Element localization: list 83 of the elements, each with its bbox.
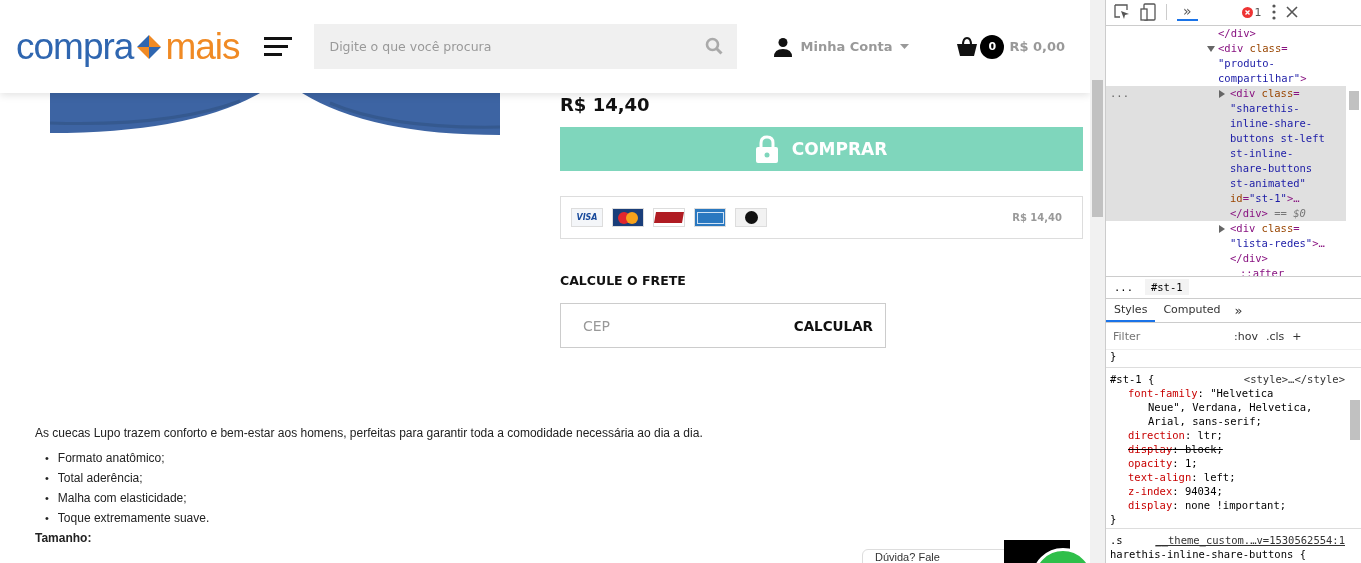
css-property: Neue", Verdana, Helvetica, <box>1147 400 1314 414</box>
expand-arrow-icon[interactable] <box>1219 224 1225 233</box>
expand-arrow-icon[interactable] <box>1219 89 1225 98</box>
css-selector: #st-1 { <box>1110 372 1155 386</box>
caret-icon <box>900 43 910 50</box>
scrollbar-thumb[interactable] <box>1349 90 1359 110</box>
filter-toggle[interactable]: :hov <box>1234 329 1258 343</box>
product-price: R$ 14,40 <box>560 94 651 115</box>
scrollbar-thumb[interactable] <box>1350 400 1360 440</box>
code-line[interactable]: buttons st-left <box>1230 130 1346 146</box>
css-property: Arial, sans-serif; <box>1147 414 1263 428</box>
code-line[interactable]: <div class= <box>1230 85 1346 101</box>
user-icon <box>772 36 793 57</box>
code-line: } <box>1110 512 1117 526</box>
card-icon <box>735 208 767 227</box>
code-line[interactable]: "produto- <box>1218 55 1346 71</box>
css-property[interactable]: direction: ltr; <box>1110 428 1345 442</box>
breadcrumb-item[interactable]: ... <box>1114 281 1133 294</box>
shipping-title: CALCULE O FRETE <box>560 273 687 288</box>
card-icon <box>653 208 685 227</box>
css-property[interactable]: text-align: left; <box>1110 470 1345 484</box>
bullet-mark: • <box>45 451 49 466</box>
menu-icon[interactable] <box>263 36 292 57</box>
code-line[interactable]: id="st-1">… <box>1230 190 1346 206</box>
code-line[interactable]: <div class= <box>1218 40 1346 56</box>
code-line[interactable]: inline-share- <box>1230 115 1346 131</box>
error-count[interactable]: 1 <box>1241 5 1262 19</box>
logo[interactable]: compra mais <box>16 25 240 68</box>
code-line[interactable]: "lista-redes">… <box>1230 235 1346 251</box>
code-line[interactable]: st-animated" <box>1230 175 1346 191</box>
panel-tab[interactable]: Styles <box>1106 298 1156 323</box>
filter-toggle[interactable]: + <box>1292 329 1302 343</box>
cart-total: R$ 0,00 <box>1009 39 1066 54</box>
cep-field[interactable]: CEP CALCULAR <box>560 303 886 348</box>
code-line[interactable]: </div> <box>1218 25 1346 41</box>
bullet-mark: • <box>45 511 49 526</box>
css-property[interactable]: z-index: 94034; <box>1110 484 1345 498</box>
css-property[interactable]: font-family: "Helvetica <box>1110 386 1345 400</box>
breadcrumb-item[interactable]: #st-1 <box>1144 279 1189 296</box>
bullet-item: Formato anatômico; <box>57 450 165 467</box>
cart-count: 0 <box>980 34 1005 59</box>
description-text: As cuecas Lupo trazem conforto e bem-estar aos homens, perfeitas para garantir toda a comodidade necessária ao dia a dia. <box>35 426 704 440</box>
code-line[interactable]: </div> <box>1230 250 1346 266</box>
css-selector: .s <box>1110 533 1123 547</box>
device-icon[interactable] <box>1140 3 1156 22</box>
code-line[interactable]: "sharethis- <box>1230 100 1346 116</box>
expand-arrow-icon[interactable] <box>1207 45 1215 52</box>
calculate-button[interactable]: CALCULAR <box>793 317 873 334</box>
bullet-mark: • <box>45 491 49 506</box>
bullet-item: Malha com elasticidade; <box>57 490 187 507</box>
code-line[interactable]: st-inline- <box>1230 145 1346 161</box>
code-line: } <box>1110 350 1117 362</box>
card-icon: VISA <box>571 208 603 227</box>
more-tabs-button[interactable]: » <box>1228 298 1249 323</box>
kebab-menu-icon[interactable] <box>1271 4 1276 21</box>
code-line[interactable]: compartilhar"> <box>1218 70 1346 86</box>
basket-icon[interactable] <box>957 37 978 56</box>
size-label: Tamanho: <box>35 532 92 544</box>
chat-bubble[interactable]: Dúvida? Fale <box>862 549 1006 563</box>
search-field[interactable]: Digite o que você procura <box>313 24 737 69</box>
css-property[interactable]: opacity: 1; <box>1110 456 1345 470</box>
code-line[interactable]: share-buttons <box>1230 160 1346 176</box>
mastercard-icon <box>612 208 644 227</box>
bullet-item: Total aderência; <box>57 470 143 487</box>
source-link[interactable]: <style>…</style> <box>1243 372 1345 386</box>
code-line[interactable]: <div class= <box>1230 220 1346 236</box>
bullet-mark: • <box>45 471 49 486</box>
code-line[interactable]: </div> == $0 <box>1230 205 1346 221</box>
source-link[interactable]: __theme_custom.…v=1530562554:1 <box>1155 533 1345 547</box>
filter-toggle[interactable]: .cls <box>1265 329 1285 343</box>
more-icon[interactable]: ... <box>1110 85 1129 101</box>
css-selector: harethis-inline-share-buttons { <box>1110 547 1306 561</box>
close-icon[interactable] <box>1285 6 1298 19</box>
inspect-icon[interactable] <box>1114 4 1130 21</box>
payment-total: R$ 14,40 <box>1012 212 1062 223</box>
panel-tab[interactable]: Computed <box>1155 298 1229 323</box>
lock-icon <box>755 135 778 163</box>
bullet-item: Toque extremamente suave. <box>57 510 210 527</box>
more-tabs-button[interactable]: » <box>1177 3 1198 22</box>
page-scrollbar[interactable] <box>1090 0 1105 563</box>
css-property[interactable]: display: block; <box>1110 442 1345 456</box>
card-icon <box>694 208 726 227</box>
css-property[interactable]: display: none !important; <box>1110 498 1345 512</box>
